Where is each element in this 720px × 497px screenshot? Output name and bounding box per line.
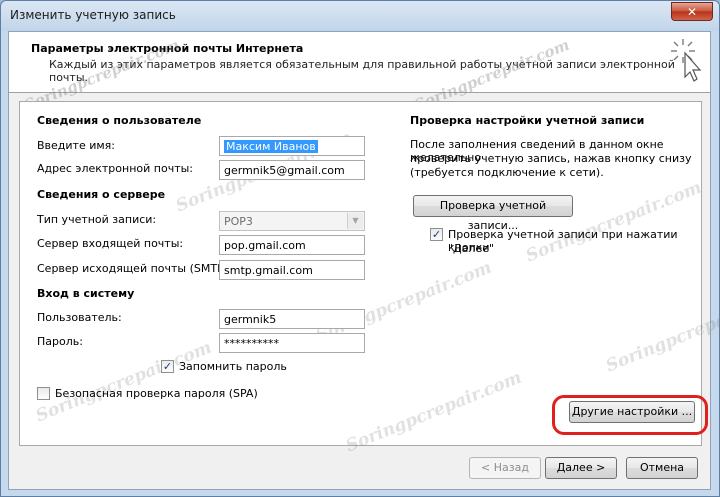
spa-label: Безопасная проверка пароля (SPA) — [55, 387, 258, 400]
server-info-title: Сведения о сервере — [37, 188, 166, 201]
password-input[interactable]: ********** — [219, 333, 365, 353]
auto-test-label: "Далее" — [448, 242, 495, 255]
chevron-down-icon: ▼ — [347, 213, 363, 229]
next-button[interactable]: Далее > — [545, 457, 617, 479]
outgoing-server-input[interactable]: smtp.gmail.com — [219, 260, 365, 280]
name-input[interactable]: Максим Иванов — [219, 136, 365, 156]
account-type-select[interactable]: POP3 ▼ — [219, 211, 365, 231]
watermark: Soringpcrepair.com — [603, 287, 720, 377]
title-bar[interactable]: Изменить учетную запись ✕ — [1, 1, 719, 31]
header-subtitle: Каждый из этих параметров является обяза… — [49, 58, 675, 84]
auto-test-checkbox[interactable]: ✓ — [430, 228, 443, 241]
incoming-server-label: Сервер входящей почты: — [37, 237, 184, 250]
remember-password-checkbox[interactable]: ✓ — [161, 360, 174, 373]
account-type-label: Тип учетной записи: — [37, 213, 157, 226]
username-label: Пользователь: — [37, 311, 122, 324]
email-input[interactable]: germnik5@gmail.com — [219, 160, 365, 180]
logon-title: Вход в систему — [37, 287, 135, 300]
account-settings-window: Изменить учетную запись ✕ Параметры элек… — [0, 0, 720, 497]
incoming-server-input[interactable]: pop.gmail.com — [219, 235, 365, 255]
name-label: Введите имя: — [37, 139, 115, 152]
outgoing-server-label: Сервер исходящей почты (SMTP): — [37, 262, 232, 275]
username-input[interactable]: germnik5 — [219, 309, 365, 329]
test-account-button[interactable]: Проверка учетной записи... — [413, 195, 573, 232]
header-title: Параметры электронной почты Интернета — [31, 42, 304, 55]
spa-checkbox[interactable] — [37, 387, 50, 400]
wizard-header: Параметры электронной почты Интернета Ка… — [9, 32, 710, 114]
watermark: Soringpcrepair.com — [343, 367, 525, 457]
remember-password-label: Запомнить пароль — [179, 360, 287, 373]
user-info-title: Сведения о пользователе — [37, 114, 202, 127]
window-title: Изменить учетную запись — [10, 8, 176, 22]
password-label: Пароль: — [37, 335, 83, 348]
cursor-sparkle-icon — [671, 39, 702, 82]
test-description-line: проверить учетную запись, нажав кнопку с… — [410, 152, 692, 165]
close-button[interactable]: ✕ — [671, 2, 713, 21]
highlight-annotation — [552, 395, 708, 435]
test-settings-title: Проверка настройки учетной записи — [410, 114, 645, 127]
watermark: Soringpcrepair.com — [33, 337, 215, 427]
email-label: Адрес электронной почты: — [37, 162, 194, 175]
test-description-line: (требуется подключение к сети). — [410, 166, 604, 179]
cancel-button[interactable]: Отмена — [626, 457, 698, 479]
back-button[interactable]: < Назад — [469, 457, 541, 479]
